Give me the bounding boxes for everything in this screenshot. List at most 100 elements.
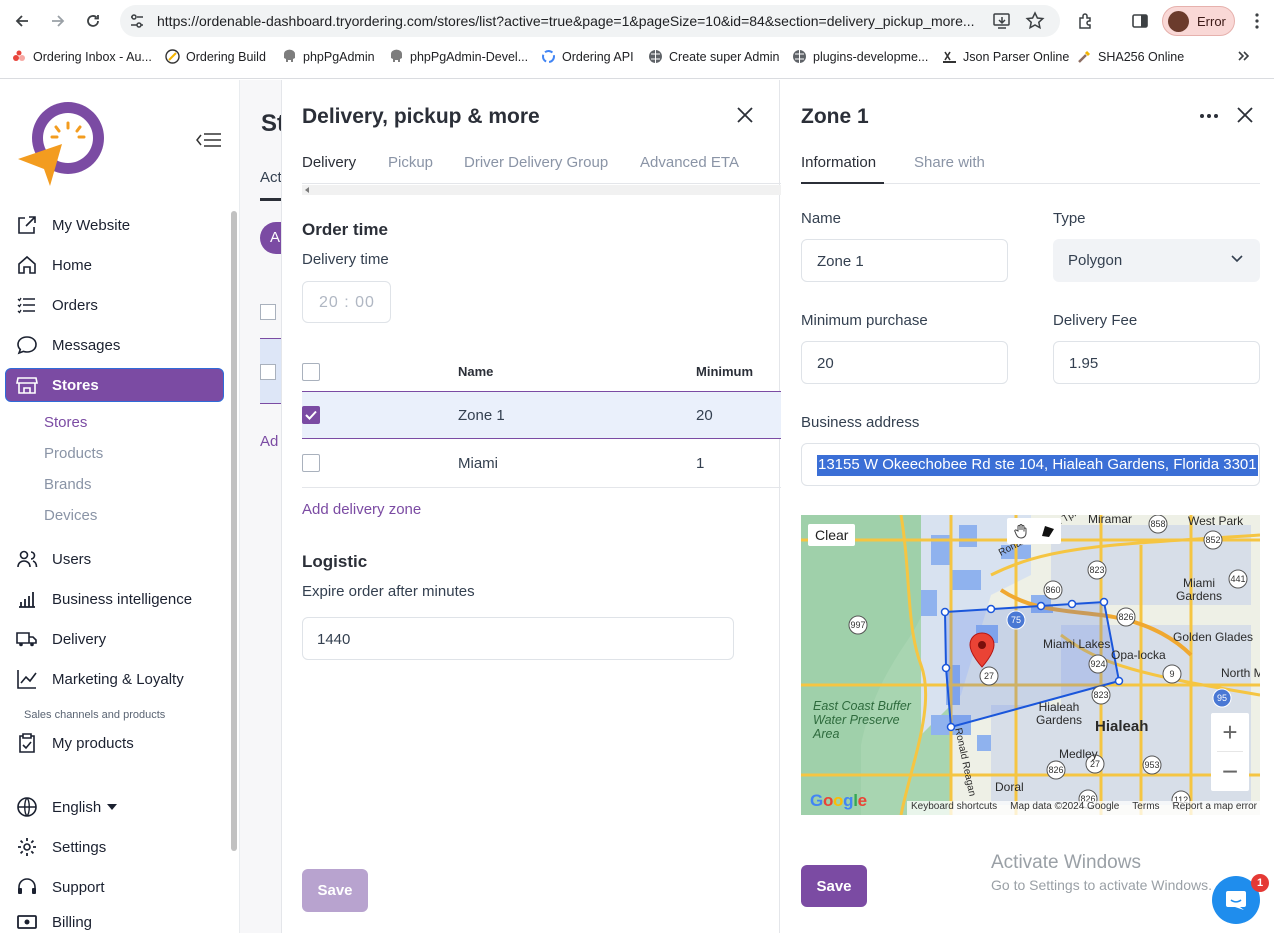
sidebar-item-my-website[interactable]: My Website — [16, 214, 130, 236]
zoom-in-button[interactable]: + — [1211, 713, 1249, 751]
sidebar-item-my-products[interactable]: My products — [16, 732, 134, 754]
puzzle-icon — [1079, 13, 1091, 29]
address-bar[interactable]: https://ordenable-dashboard.tryordering.… — [120, 5, 1060, 37]
row-checkbox[interactable] — [302, 454, 320, 472]
zone-title: Zone 1 — [801, 105, 869, 128]
sidebar-item-support[interactable]: Support — [16, 876, 105, 898]
column-header-name: Name — [458, 364, 494, 379]
sidebar-item-marketing[interactable]: Marketing & Loyalty — [16, 668, 184, 690]
add-link-fragment[interactable]: Ad — [260, 433, 278, 450]
map-label: Hialeah Gardens — [1035, 700, 1083, 727]
list-icon — [16, 294, 38, 316]
sidebar-item-delivery[interactable]: Delivery — [16, 628, 106, 650]
avatar — [1168, 11, 1189, 32]
terms-link[interactable]: Terms — [1132, 801, 1159, 815]
selected-text: 13155 W Okeechobee Rd ste 104, Hialeah G… — [817, 455, 1258, 476]
add-delivery-zone-link[interactable]: Add delivery zone — [302, 501, 421, 518]
tab-delivery[interactable]: Delivery — [302, 154, 356, 171]
forward-button[interactable] — [44, 7, 72, 35]
bookmark-item[interactable]: Ordering Build — [165, 49, 266, 64]
sidebar-subitem-devices[interactable]: Devices — [44, 507, 97, 524]
close-icon[interactable] — [1235, 105, 1255, 125]
sidebar-item-messages[interactable]: Messages — [16, 334, 120, 356]
sidebar-item-settings[interactable]: Settings — [16, 836, 106, 858]
delivery-fee-input[interactable]: 1.95 — [1053, 341, 1260, 384]
select-all-checkbox[interactable] — [302, 363, 320, 381]
tab-advanced-eta[interactable]: Advanced ETA — [640, 154, 739, 171]
zone-minimum-cell: 20 — [696, 407, 713, 424]
keyboard-shortcuts-link[interactable]: Keyboard shortcuts — [911, 801, 997, 815]
bookmark-item[interactable]: Json Parser Online — [942, 49, 1069, 64]
bookmark-item[interactable]: plugins-developme... — [792, 49, 928, 64]
tab-pickup[interactable]: Pickup — [388, 154, 433, 171]
zone-name-input[interactable]: Zone 1 — [801, 239, 1008, 282]
profile-button[interactable]: Error — [1162, 6, 1235, 36]
background-page: St Act A Ad — [240, 80, 290, 933]
language-selector[interactable]: English — [16, 796, 118, 818]
sidebar-item-home[interactable]: Home — [16, 254, 92, 276]
row-checkbox[interactable] — [302, 406, 320, 424]
map-clear-button[interactable]: Clear — [808, 524, 856, 546]
close-icon[interactable] — [735, 105, 755, 125]
tab-share-with[interactable]: Share with — [914, 154, 985, 171]
delivery-fee-label: Delivery Fee — [1053, 312, 1138, 329]
url-text[interactable]: https://ordenable-dashboard.tryordering.… — [157, 13, 987, 29]
tab-divider — [302, 183, 781, 184]
chat-icon — [1226, 891, 1246, 910]
sidebar-subitem-brands[interactable]: Brands — [44, 476, 92, 493]
zone-name-cell: Zone 1 — [458, 407, 505, 424]
store-icon — [16, 374, 38, 396]
clipboard-check-icon — [16, 732, 38, 754]
name-label: Name — [801, 210, 842, 227]
checkbox[interactable] — [260, 304, 276, 320]
bookmark-item[interactable]: Create super Admin — [648, 49, 779, 64]
check-icon — [305, 410, 317, 420]
chevron-down-icon — [1231, 255, 1243, 263]
bookmark-item[interactable]: phpPgAdmin — [282, 49, 375, 64]
install-app-icon[interactable] — [992, 11, 1012, 31]
external-link-icon — [16, 214, 38, 236]
more-options-icon[interactable] — [1199, 106, 1219, 126]
reload-button[interactable] — [79, 7, 107, 35]
map-canvas[interactable]: 858 852 860 823 441 826 997 75 924 9 27 … — [801, 515, 1260, 815]
save-button[interactable]: Save — [801, 865, 867, 907]
sidebar-item-users[interactable]: Users — [16, 548, 91, 570]
expire-minutes-input[interactable]: 1440 — [302, 617, 734, 660]
map-footer: Keyboard shortcuts Map data ©2024 Google… — [907, 801, 1260, 815]
browser-menu-button[interactable] — [1243, 7, 1271, 35]
report-error-link[interactable]: Report a map error — [1173, 801, 1257, 815]
sidebar-scrollbar[interactable] — [229, 205, 237, 933]
tab-fragment: Act — [260, 169, 282, 186]
bookmark-item[interactable]: Ordering Inbox - Au... — [12, 49, 152, 64]
collapse-sidebar-icon[interactable] — [195, 131, 223, 149]
bookmark-star-icon[interactable] — [1025, 11, 1045, 31]
back-button[interactable] — [8, 7, 36, 35]
hand-icon[interactable] — [1013, 523, 1029, 539]
panel-title: Delivery, pickup & more — [302, 105, 540, 128]
sidebar-item-billing[interactable]: Billing — [16, 911, 92, 933]
business-address-input[interactable]: 13155 W Okeechobee Rd ste 104, Hialeah G… — [801, 443, 1260, 486]
sidebar-item-orders[interactable]: Orders — [16, 294, 98, 316]
delivery-time-input[interactable]: 20 : 00 — [302, 281, 391, 323]
extensions-button[interactable] — [1072, 7, 1100, 35]
tab-information[interactable]: Information — [801, 154, 876, 171]
bookmark-item[interactable]: SHA256 Online — [1077, 49, 1184, 64]
more-bookmarks-button[interactable] — [1237, 49, 1251, 63]
type-select[interactable]: Polygon — [1053, 239, 1260, 282]
sidebar-subitem-products[interactable]: Products — [44, 445, 103, 462]
tab-driver-delivery-group[interactable]: Driver Delivery Group — [464, 154, 608, 171]
sidebar-item-business-intelligence[interactable]: Business intelligence — [16, 588, 192, 610]
site-settings-icon[interactable] — [128, 12, 146, 30]
polygon-draw-icon[interactable] — [1040, 523, 1056, 539]
sidebar-subitem-stores[interactable]: Stores — [44, 414, 87, 431]
sidebar-item-stores[interactable]: Stores — [16, 374, 99, 396]
side-panel-button[interactable] — [1126, 7, 1154, 35]
checkbox[interactable] — [260, 364, 276, 380]
bookmark-item[interactable]: phpPgAdmin-Devel... — [389, 49, 528, 64]
zone-map[interactable]: 858 852 860 823 441 826 997 75 924 9 27 … — [801, 515, 1260, 815]
minimum-purchase-input[interactable]: 20 — [801, 341, 1008, 384]
tabs-scrollbar[interactable] — [302, 185, 781, 195]
zoom-out-button[interactable]: − — [1211, 753, 1249, 791]
save-button-disabled[interactable]: Save — [302, 869, 368, 912]
bookmark-item[interactable]: Ordering API — [541, 49, 634, 64]
